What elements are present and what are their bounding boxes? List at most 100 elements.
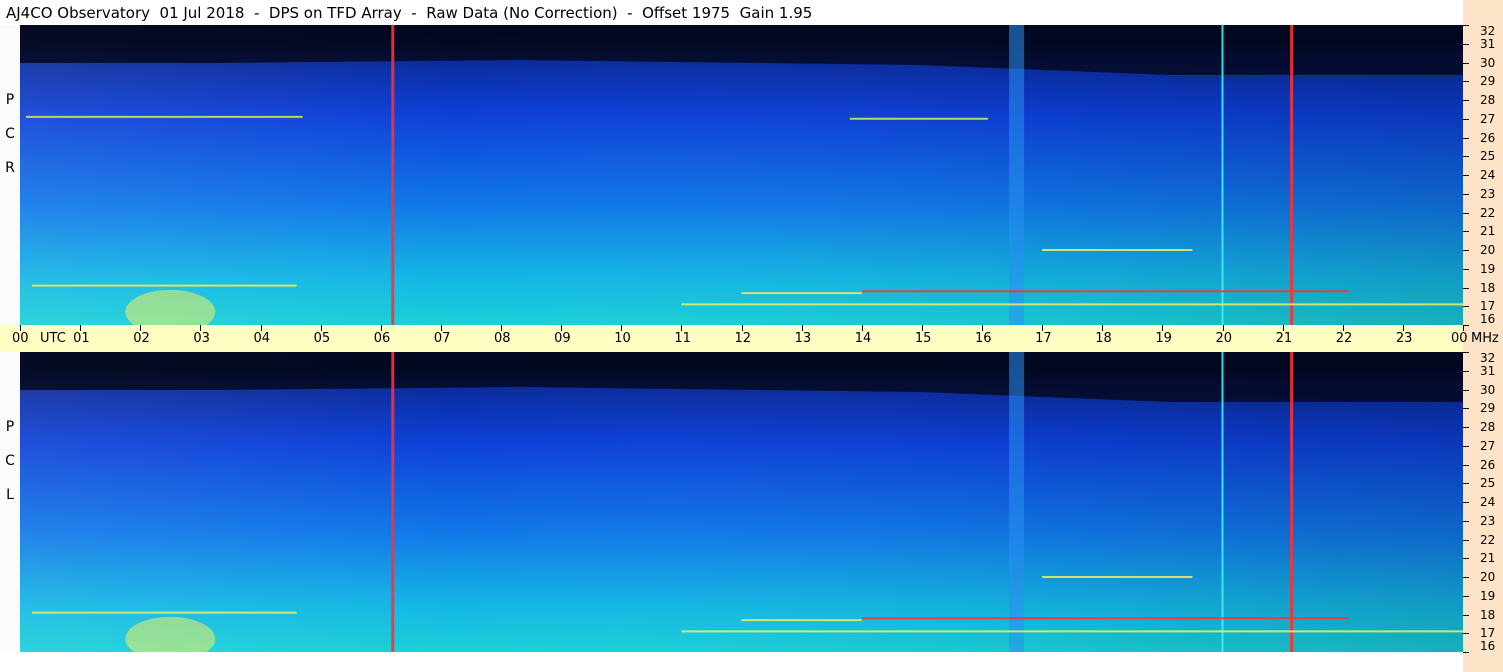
lcp-mhz-tick-30 [1463,389,1469,391]
rcp-mhz-tick-17 [1463,306,1469,308]
rcp-mhz-tick-18 [1463,287,1469,289]
rcp-mhz-tick-16 [1463,325,1469,326]
rcp-mhz-label-27: 27 [1480,111,1496,126]
rcp-mhz-label-30: 30 [1480,55,1496,70]
rcp-mhz-label-18: 18 [1480,280,1496,295]
top-left-margin: R C P [0,25,20,325]
rcp-mhz-label-32: 32 [1480,24,1496,38]
top-pol-letter-2: C [5,126,15,142]
rcp-mhz-label-17: 17 [1480,299,1496,314]
rcp-mhz-tick-20 [1463,250,1469,251]
rcp-mhz-label-22: 22 [1480,205,1496,220]
lcp-mhz-label-31: 31 [1480,363,1496,378]
lcp-mhz-label-28: 28 [1480,420,1496,434]
rcp-mhz-label-26: 26 [1480,130,1496,145]
rcp-mhz-label-31: 31 [1480,36,1496,51]
rcp-mhz-label-23: 23 [1480,186,1496,201]
utc-tick-label-24: 00 [1451,331,1468,346]
rcp-mhz-tick-30 [1463,62,1469,64]
utc-tick-label-21: 21 [1275,331,1293,346]
lcp-mhz-label-18: 18 [1480,607,1496,622]
bottom-pol-letter-3: P [5,419,15,435]
rcp-mhz-tick-32 [1463,25,1469,26]
utc-tick-label-5: 05 [313,331,331,346]
lcp-feature-vertical-band-2 [1009,352,1025,652]
lcp-mhz-label-17: 17 [1480,626,1496,641]
lcp-mhz-label-21: 21 [1480,551,1496,566]
rcp-mhz-tick-24 [1463,175,1469,176]
rcp-mhz-tick-21 [1463,231,1469,233]
utc-axis-label: UTC [40,331,66,346]
utc-tick-label-13: 13 [794,331,812,346]
utc-tick-label-14: 14 [854,331,872,346]
utc-tick-label-8: 08 [494,331,511,346]
bottom-pol-letter-2: C [5,453,15,469]
lcp-mhz-tick-23 [1463,520,1469,522]
lcp-mhz-label-27: 27 [1480,438,1496,453]
rcp-mhz-label-28: 28 [1480,93,1496,107]
lcp-mhz-label-25: 25 [1480,476,1496,491]
utc-tick-label-3: 03 [193,331,210,346]
mhz-axis-label: MHz [1471,331,1499,346]
rcp-mhz-label-16: 16 [1480,312,1496,326]
lcp-mhz-tick-24 [1463,502,1469,503]
top-pol-letter-1: R [5,160,15,176]
lcp-mhz-label-23: 23 [1480,513,1496,528]
lcp-mhz-tick-20 [1463,577,1469,578]
rcp-spectrogram [20,25,1463,325]
lcp-mhz-tick-16 [1463,652,1469,653]
rcp-mhz-tick-25 [1463,156,1469,158]
lcp-mhz-label-19: 19 [1480,588,1496,603]
chart-title: AJ4CO Observatory 01 Jul 2018 - DPS on T… [6,4,813,22]
utc-tick-label-18: 18 [1095,331,1112,346]
utc-tick-label-15: 15 [914,331,932,346]
lcp-mhz-tick-28 [1463,427,1469,428]
lcp-spectrogram [20,352,1463,652]
rcp-mhz-tick-27 [1463,118,1469,120]
lcp-mhz-label-16: 16 [1480,639,1496,653]
utc-tick-label-19: 19 [1155,331,1172,346]
rcp-mhz-tick-28 [1463,100,1469,101]
lcp-mhz-label-20: 20 [1480,570,1496,584]
bottom-pol-letter-1: L [6,487,14,503]
lcp-mhz-tick-19 [1463,595,1469,597]
utc-tick-label-11: 11 [674,331,691,346]
utc-tick-label-2: 02 [133,331,150,346]
lcp-mhz-tick-29 [1463,408,1469,410]
rcp-mhz-tick-19 [1463,268,1469,270]
utc-tick-label-1: 01 [73,331,90,346]
lcp-mhz-tick-25 [1463,483,1469,485]
lcp-mhz-tick-27 [1463,445,1469,447]
lcp-mhz-tick-21 [1463,558,1469,560]
lcp-mhz-tick-22 [1463,539,1469,541]
rcp-mhz-label-24: 24 [1480,168,1496,182]
utc-time-axis [0,325,1463,352]
lcp-mhz-label-30: 30 [1480,382,1496,397]
utc-tick-label-4: 04 [253,331,271,346]
lcp-mhz-tick-26 [1463,464,1469,466]
rcp-mhz-label-29: 29 [1480,74,1496,89]
rcp-mhz-label-25: 25 [1480,149,1496,164]
rcp-mhz-label-21: 21 [1480,224,1496,239]
rcp-mhz-tick-22 [1463,212,1469,214]
lcp-mhz-label-24: 24 [1480,495,1496,509]
lcp-mhz-label-29: 29 [1480,401,1496,416]
utc-tick-label-16: 16 [975,331,992,346]
utc-tick-label-10: 10 [614,331,631,346]
utc-tick-label-0: 00 [12,331,29,346]
rcp-mhz-label-19: 19 [1480,261,1496,276]
top-pol-letter-3: P [5,92,15,108]
lcp-mhz-tick-32 [1463,352,1469,353]
rcp-mhz-tick-29 [1463,81,1469,83]
rcp-mhz-tick-23 [1463,193,1469,195]
rcp-mhz-tick-26 [1463,137,1469,139]
rcp-feature-vertical-band-2 [1009,25,1025,325]
utc-tick-label-22: 22 [1335,331,1353,346]
lcp-mhz-tick-17 [1463,633,1469,635]
bottom-left-margin: L C P [0,352,20,652]
lcp-mhz-label-26: 26 [1480,457,1496,472]
utc-tick-label-12: 12 [734,331,752,346]
utc-tick-label-17: 17 [1035,331,1052,346]
rcp-mhz-tick-31 [1463,43,1469,45]
rcp-mhz-label-20: 20 [1480,243,1496,257]
